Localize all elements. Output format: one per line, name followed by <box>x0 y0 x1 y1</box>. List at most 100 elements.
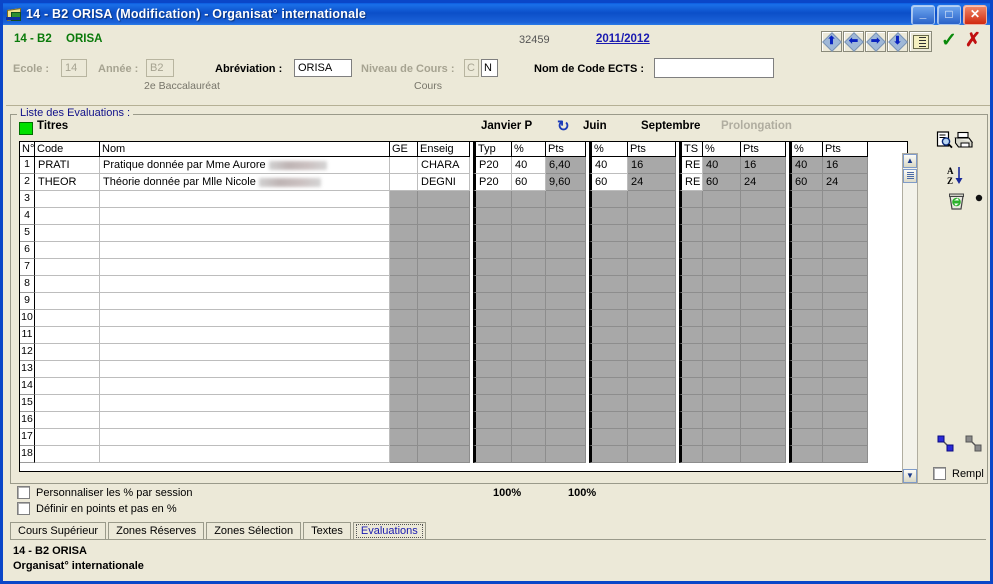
grid-header-enseig[interactable]: Enseig <box>418 142 470 157</box>
record-detail-button[interactable] <box>909 31 932 52</box>
niveau-cours-field-1[interactable]: C <box>464 59 479 77</box>
grid-cell-typ[interactable] <box>473 242 512 259</box>
row-number[interactable]: 8 <box>20 276 35 293</box>
grid-cell-pts1[interactable] <box>546 446 586 463</box>
grid-cell-pts3[interactable] <box>741 412 786 429</box>
grid-cell-pts2[interactable]: 24 <box>628 174 676 191</box>
academic-year-link[interactable]: 2011/2012 <box>596 33 650 45</box>
grid-cell-nom[interactable] <box>100 259 390 276</box>
grid-cell-pts3[interactable] <box>741 242 786 259</box>
grid-cell-enseig[interactable] <box>418 191 470 208</box>
grid-cell-typ[interactable] <box>473 276 512 293</box>
grid-cell-pts4[interactable] <box>823 242 868 259</box>
grid-cell-pts1[interactable] <box>546 293 586 310</box>
grid-cell-pct4[interactable] <box>789 276 823 293</box>
grid-cell-typ[interactable]: P20 <box>473 157 512 174</box>
grid-cell-code[interactable] <box>35 412 100 429</box>
grid-cell-enseig[interactable] <box>418 446 470 463</box>
grid-cell-pts4[interactable] <box>823 293 868 310</box>
grid-cell-pct4[interactable] <box>789 191 823 208</box>
grid-cell-typ[interactable] <box>473 429 512 446</box>
grid-cell-pct3[interactable] <box>703 208 741 225</box>
grid-cell-pct1[interactable] <box>512 208 546 225</box>
annee-field[interactable]: B2 <box>146 59 174 77</box>
grid-cell-pct3[interactable] <box>703 225 741 242</box>
grid-cell-nom[interactable] <box>100 395 390 412</box>
grid-cell-nom[interactable] <box>100 293 390 310</box>
grid-cell-ge[interactable] <box>390 259 418 276</box>
grid-cell-pts3[interactable] <box>741 208 786 225</box>
grid-cell-pts4[interactable] <box>823 327 868 344</box>
grid-cell-pct1[interactable] <box>512 225 546 242</box>
grid-cell-pct4[interactable] <box>789 242 823 259</box>
grid-cell-pct1[interactable] <box>512 412 546 429</box>
grid-cell-pts1[interactable] <box>546 242 586 259</box>
printer-icon[interactable] <box>954 131 974 149</box>
grid-cell-pts2[interactable] <box>628 191 676 208</box>
grid-cell-enseig[interactable] <box>418 395 470 412</box>
grid-cell-typ[interactable]: P20 <box>473 174 512 191</box>
grid-cell-pts1[interactable] <box>546 327 586 344</box>
grid-cell-ts[interactable] <box>679 344 703 361</box>
row-number[interactable]: 1 <box>20 157 35 174</box>
grid-cell-pct4[interactable]: 40 <box>789 157 823 174</box>
grid-cell-pts2[interactable]: 16 <box>628 157 676 174</box>
grid-cell-pct1[interactable] <box>512 259 546 276</box>
grid-cell-pts1[interactable]: 6,40 <box>546 157 586 174</box>
grid-cell-pct2[interactable] <box>589 310 628 327</box>
row-number[interactable]: 4 <box>20 208 35 225</box>
rempl-checkbox-row[interactable]: Rempl <box>933 467 984 480</box>
grid-cell-nom[interactable] <box>100 225 390 242</box>
grid-cell-ts[interactable] <box>679 293 703 310</box>
grid-cell-ge[interactable] <box>390 395 418 412</box>
grid-cell-ts[interactable] <box>679 446 703 463</box>
confirm-button[interactable]: ✓ <box>938 31 960 51</box>
grid-cell-pts4[interactable] <box>823 310 868 327</box>
grid-cell-ge[interactable] <box>390 446 418 463</box>
grid-cell-typ[interactable] <box>473 412 512 429</box>
grid-cell-ge[interactable] <box>390 208 418 225</box>
grid-cell-pct4[interactable] <box>789 429 823 446</box>
grid-cell-nom[interactable] <box>100 327 390 344</box>
grid-cell-code[interactable] <box>35 276 100 293</box>
grid-cell-nom[interactable] <box>100 208 390 225</box>
grid-cell-ts[interactable] <box>679 225 703 242</box>
grid-cell-pts4[interactable]: 24 <box>823 174 868 191</box>
grid-cell-typ[interactable] <box>473 293 512 310</box>
grid-cell-ts[interactable] <box>679 242 703 259</box>
grid-cell-pts4[interactable]: 16 <box>823 157 868 174</box>
grid-cell-pct4[interactable] <box>789 412 823 429</box>
grid-cell-enseig[interactable] <box>418 344 470 361</box>
row-number[interactable]: 15 <box>20 395 35 412</box>
grid-cell-pct3[interactable] <box>703 395 741 412</box>
grid-cell-pts2[interactable] <box>628 293 676 310</box>
grid-cell-pct2[interactable] <box>589 208 628 225</box>
grid-cell-pct3[interactable] <box>703 378 741 395</box>
tab-zones-s-lection[interactable]: Zones Sélection <box>206 522 302 540</box>
grid-cell-pct3[interactable] <box>703 429 741 446</box>
grid-cell-pct2[interactable] <box>589 191 628 208</box>
grid-header-pts1[interactable]: Pts <box>546 142 586 157</box>
grid-cell-pct3[interactable]: 60 <box>703 174 741 191</box>
grid-cell-enseig[interactable] <box>418 259 470 276</box>
grid-cell-pct4[interactable] <box>789 293 823 310</box>
grid-cell-pct1[interactable] <box>512 191 546 208</box>
row-number[interactable]: 5 <box>20 225 35 242</box>
grid-cell-enseig[interactable] <box>418 429 470 446</box>
grid-cell-pts2[interactable] <box>628 446 676 463</box>
grid-cell-pts3[interactable] <box>741 259 786 276</box>
grid-header-num[interactable]: N° <box>20 142 35 157</box>
grid-cell-ts[interactable] <box>679 191 703 208</box>
grid-cell-ts[interactable]: RE <box>679 157 703 174</box>
grid-cell-typ[interactable] <box>473 310 512 327</box>
grid-cell-pct2[interactable] <box>589 361 628 378</box>
grid-cell-ge[interactable] <box>390 191 418 208</box>
grid-cell-ge[interactable] <box>390 225 418 242</box>
grid-cell-ts[interactable] <box>679 361 703 378</box>
nav-next-button[interactable]: ➡ <box>865 31 886 52</box>
grid-header-code[interactable]: Code <box>35 142 100 157</box>
grid-cell-pct3[interactable] <box>703 344 741 361</box>
grid-cell-code[interactable] <box>35 208 100 225</box>
grid-cell-ts[interactable] <box>679 310 703 327</box>
grid-cell-typ[interactable] <box>473 378 512 395</box>
